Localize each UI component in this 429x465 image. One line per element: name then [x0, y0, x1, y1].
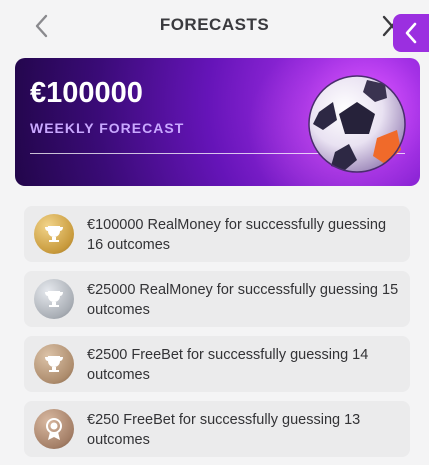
prize-description: €25000 RealMoney for successfully guessi… [87, 282, 399, 318]
soccer-ball-image [308, 75, 406, 173]
prize-item-16: €100000 RealMoney for successfully guess… [24, 206, 410, 262]
silver-trophy-icon [34, 279, 74, 319]
prize-item-13: €250 FreeBet for successfully guessing 1… [24, 401, 410, 457]
gold-trophy-icon [34, 214, 74, 254]
prize-description: €100000 RealMoney for successfully guess… [87, 217, 387, 253]
weekly-forecast-banner[interactable]: €100000 WEEKLY FORECAST [15, 58, 420, 186]
prize-item-14: €2500 FreeBet for successfully guessing … [24, 336, 410, 392]
prize-list: €100000 RealMoney for successfully guess… [24, 206, 410, 465]
prize-item-15: €25000 RealMoney for successfully guessi… [24, 271, 410, 327]
prize-description: €2500 FreeBet for successfully guessing … [87, 347, 369, 383]
banner-subtitle: WEEKLY FORECAST [30, 120, 185, 136]
chevron-left-icon [405, 22, 417, 44]
prize-description: €250 FreeBet for successfully guessing 1… [87, 412, 361, 448]
jackpot-amount: €100000 [30, 77, 143, 109]
header: FORECASTS [0, 0, 429, 52]
page-title: FORECASTS [159, 15, 270, 34]
side-panel-toggle[interactable] [393, 14, 429, 52]
bronze-trophy-icon [34, 344, 74, 384]
medal-icon [34, 409, 74, 449]
